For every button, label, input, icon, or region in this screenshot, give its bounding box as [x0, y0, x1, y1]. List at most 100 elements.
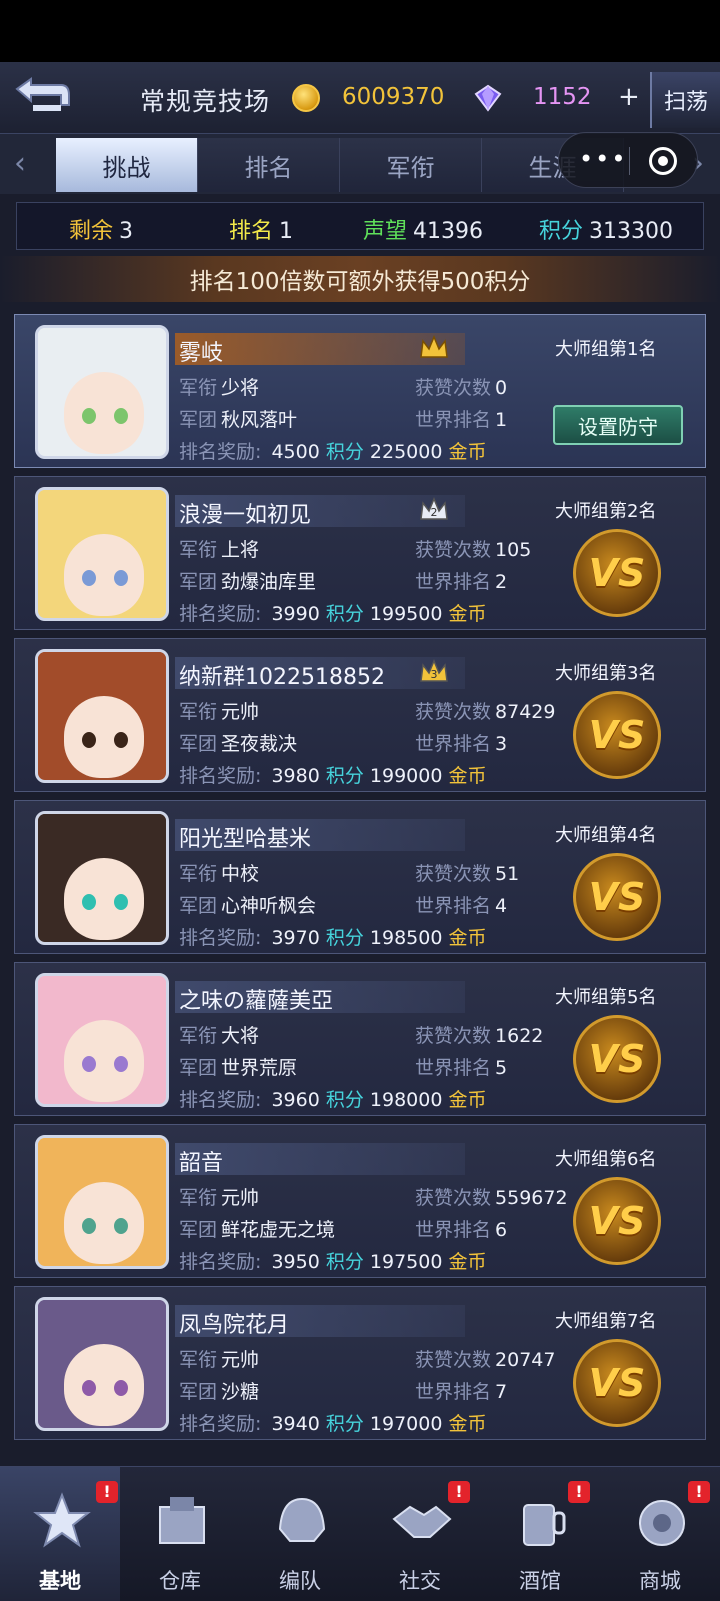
- avatar-eye: [114, 570, 128, 586]
- player-avatar[interactable]: [35, 811, 169, 945]
- legion-line: 军团 秋风落叶: [179, 409, 298, 431]
- nav-item[interactable]: 仓库: [120, 1467, 240, 1601]
- miniprogram-capsule: •••: [558, 132, 698, 188]
- vs-challenge-button[interactable]: VS: [573, 1015, 661, 1103]
- avatar-face: [64, 1344, 144, 1426]
- stat-fame: 声望 41396: [363, 219, 484, 244]
- avatar-face: [64, 1020, 144, 1102]
- helmet-icon: [270, 1489, 334, 1553]
- vs-challenge-button[interactable]: VS: [573, 691, 661, 779]
- sweep-button[interactable]: 扫荡: [650, 72, 720, 128]
- player-avatar[interactable]: [35, 1135, 169, 1269]
- player-name: 纳新群1022518852: [179, 665, 385, 690]
- world-rank-line: 世界排名 1: [415, 409, 508, 431]
- avatar-eye: [114, 1380, 128, 1396]
- vs-challenge-button[interactable]: VS: [573, 529, 661, 617]
- nav-label: 编队: [279, 1569, 321, 1593]
- tab-military-rank[interactable]: 军衔: [340, 138, 482, 192]
- player-card[interactable]: 浪漫一如初见 军衔 上将 军团 劲爆油库里 排名奖励: 3990 积分 199500…: [14, 476, 706, 630]
- nav-item[interactable]: 基地 !: [0, 1467, 120, 1601]
- reward-line: 排名奖励: 3980 积分 199000 金币: [179, 765, 487, 787]
- status-bar: [0, 0, 720, 62]
- set-defense-button[interactable]: 设置防守: [553, 405, 683, 445]
- close-target-icon[interactable]: [649, 147, 677, 175]
- warehouse-icon: [150, 1489, 214, 1553]
- tavern-icon: [510, 1489, 574, 1553]
- likes-line: 获赞次数 559672: [415, 1187, 568, 1209]
- gem-amount: 1152: [533, 84, 592, 110]
- world-rank-line: 世界排名 3: [415, 733, 508, 755]
- back-button[interactable]: [8, 70, 78, 120]
- player-name: 凤鸟院花月: [179, 1313, 290, 1338]
- avatar-face: [64, 696, 144, 778]
- player-card[interactable]: 雾岐 军衔 少将 军团 秋风落叶 排名奖励: 4500 积分 225000 金币 获…: [14, 314, 706, 468]
- nav-label: 仓库: [159, 1569, 201, 1593]
- player-card[interactable]: 凤鸟院花月 军衔 元帅 军团 沙糖 排名奖励: 3940 积分 197000 金币 …: [14, 1286, 706, 1440]
- world-rank-line: 世界排名 7: [415, 1381, 508, 1403]
- nav-label: 社交: [399, 1569, 441, 1593]
- player-avatar[interactable]: [35, 325, 169, 459]
- player-card[interactable]: 韶音 军衔 元帅 军团 鲜花虚无之境 排名奖励: 3950 积分 197500 金币…: [14, 1124, 706, 1278]
- crown-icon: 3: [420, 659, 448, 682]
- legion-line: 军团 劲爆油库里: [179, 571, 317, 593]
- vs-challenge-button[interactable]: VS: [573, 1177, 661, 1265]
- legion-line: 军团 沙糖: [179, 1381, 260, 1403]
- avatar-eye: [114, 732, 128, 748]
- tab-left-arrow-icon[interactable]: ‹: [14, 146, 26, 181]
- nav-item[interactable]: 社交 !: [360, 1467, 480, 1601]
- alert-badge: !: [568, 1481, 590, 1503]
- player-name: 浪漫一如初见: [179, 503, 312, 528]
- bonus-banner: 排名100倍数可额外获得500积分: [0, 256, 720, 302]
- arena-stats-bar: 剩余 3 排名 1 声望 41396 积分 313300: [16, 202, 704, 250]
- handshake-icon: [390, 1489, 454, 1553]
- group-rank: 大师组第6名: [555, 1149, 657, 1170]
- add-gems-button[interactable]: +: [618, 82, 640, 112]
- stat-rank: 排名 1: [229, 219, 294, 244]
- shop-icon: [630, 1489, 694, 1553]
- vs-challenge-button[interactable]: VS: [573, 853, 661, 941]
- crown-number: 2: [431, 506, 438, 519]
- capsule-divider: [629, 147, 630, 175]
- legion-line: 军团 圣夜裁决: [179, 733, 298, 755]
- nav-label: 酒馆: [519, 1569, 561, 1593]
- likes-line: 获赞次数 51: [415, 863, 520, 885]
- nav-item[interactable]: 商城 !: [600, 1467, 720, 1601]
- player-avatar[interactable]: [35, 973, 169, 1107]
- player-name: 之味の蘿薩美亞: [179, 989, 334, 1014]
- alert-badge: !: [448, 1481, 470, 1503]
- crown-icon: [420, 335, 448, 358]
- legion-line: 军团 鲜花虚无之境: [179, 1219, 336, 1241]
- vs-challenge-button[interactable]: VS: [573, 1339, 661, 1427]
- player-avatar[interactable]: [35, 649, 169, 783]
- reward-line: 排名奖励: 3940 积分 197000 金币: [179, 1413, 487, 1435]
- group-rank: 大师组第4名: [555, 825, 657, 846]
- tab-ranking[interactable]: 排名: [198, 138, 340, 192]
- avatar-eye: [114, 408, 128, 424]
- rank-title-line: 军衔 大将: [179, 1025, 260, 1047]
- tab-challenge[interactable]: 挑战: [56, 138, 198, 192]
- nav-item[interactable]: 酒馆 !: [480, 1467, 600, 1601]
- more-options-icon[interactable]: •••: [579, 145, 627, 173]
- reward-line: 排名奖励: 3960 积分 198000 金币: [179, 1089, 487, 1111]
- avatar-eye: [114, 1218, 128, 1234]
- avatar-eye: [82, 894, 96, 910]
- player-card[interactable]: 阳光型哈基米 军衔 中校 军团 心神听枫会 排名奖励: 3970 积分 198500…: [14, 800, 706, 954]
- world-rank-line: 世界排名 2: [415, 571, 508, 593]
- group-rank: 大师组第1名: [555, 339, 657, 360]
- likes-line: 获赞次数 1622: [415, 1025, 544, 1047]
- avatar-eye: [82, 570, 96, 586]
- nav-item[interactable]: 编队: [240, 1467, 360, 1601]
- alert-badge: !: [96, 1481, 118, 1503]
- star-badge-icon: [30, 1489, 94, 1553]
- diamond-icon: [474, 84, 502, 112]
- player-avatar[interactable]: [35, 1297, 169, 1431]
- alert-badge: !: [688, 1481, 710, 1503]
- player-card[interactable]: 之味の蘿薩美亞 军衔 大将 军团 世界荒原 排名奖励: 3960 积分 198000…: [14, 962, 706, 1116]
- player-card[interactable]: 纳新群1022518852 军衔 元帅 军团 圣夜裁决 排名奖励: 3980 积分 …: [14, 638, 706, 792]
- crown-number: 3: [431, 668, 438, 681]
- avatar-eye: [82, 1218, 96, 1234]
- reward-line: 排名奖励: 3990 积分 199500 金币: [179, 603, 487, 625]
- player-name: 阳光型哈基米: [179, 827, 312, 852]
- player-avatar[interactable]: [35, 487, 169, 621]
- rank-title-line: 军衔 元帅: [179, 1349, 260, 1371]
